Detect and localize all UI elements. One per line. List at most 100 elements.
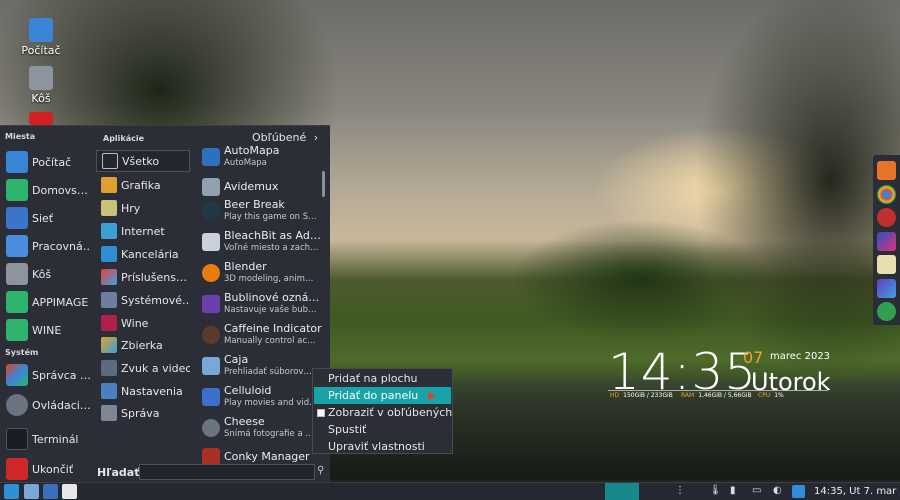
thermometer-icon[interactable]: 🌡 — [709, 485, 722, 496]
application-menu: Miesta Počítač Domovs… Sieť Pracovná… Kô… — [0, 125, 330, 483]
category-system-tools[interactable]: Systémové… — [96, 289, 190, 311]
category-graphics[interactable]: Grafika — [96, 174, 190, 196]
app-item-blender[interactable]: Blender 3D modeling, anim… — [202, 260, 322, 290]
ram-value: 1,46GiB / 5,66GiB — [698, 392, 752, 399]
category-settings[interactable]: Nastavenia — [96, 380, 190, 402]
place-item-home[interactable]: Domovs… — [0, 177, 90, 203]
settings-icon — [101, 383, 117, 399]
favorites-label: Obľúbené — [252, 131, 307, 144]
system-tools-icon — [101, 292, 117, 308]
context-menu: Pridať na plochu Pridať do panelu Zobraz… — [312, 368, 453, 454]
app-item-conky-manager[interactable]: Conky Manager — [202, 446, 322, 464]
network-icon — [6, 207, 28, 229]
ctx-launch[interactable]: Spustiť — [314, 421, 451, 438]
app-description: Play movies and vid… — [224, 398, 318, 408]
category-sound-video[interactable]: Zvuk a video — [96, 357, 190, 379]
app-item-caffeine[interactable]: Caffeine Indicator Manually control ac… — [202, 322, 322, 352]
system-item-label: Ukončiť — [32, 462, 74, 476]
category-collection[interactable]: Zbierka — [96, 334, 190, 356]
place-item-desktop[interactable]: Pracovná… — [0, 233, 90, 259]
app-launcher-icon[interactable] — [877, 208, 896, 227]
active-taskbar-item[interactable] — [605, 483, 639, 500]
app-name: Caffeine Indicator — [224, 322, 322, 335]
system-item-software-manager[interactable]: Správca … — [0, 362, 90, 388]
status-indicator-icon[interactable] — [877, 302, 896, 321]
menu-button-icon[interactable] — [4, 484, 19, 499]
checkbox-icon[interactable] — [317, 408, 325, 417]
search-input[interactable] — [139, 464, 315, 480]
system-item-label: Terminál — [32, 432, 79, 446]
place-item-network[interactable]: Sieť — [0, 205, 90, 231]
notion-launcher-icon[interactable] — [62, 484, 77, 499]
app-item-celluloid[interactable]: Celluloid Play movies and vid… — [202, 384, 322, 414]
place-item-computer[interactable]: Počítač — [0, 149, 90, 175]
firefox-icon[interactable] — [877, 161, 896, 180]
system-item-logout[interactable]: Ukončiť — [0, 456, 90, 482]
internet-icon — [101, 223, 117, 239]
graphics-icon — [101, 177, 117, 193]
wine-icon — [101, 315, 117, 331]
place-item-trash[interactable]: Kôš — [0, 261, 90, 287]
desktop-icon-computer[interactable]: Počítač — [16, 18, 66, 57]
software-manager-icon — [6, 364, 28, 386]
category-accessories[interactable]: Príslušens… — [96, 266, 190, 288]
network-signal-icon[interactable]: ▮ — [730, 485, 736, 496]
category-internet[interactable]: Internet — [96, 220, 190, 242]
apps-scrollbar[interactable] — [322, 171, 325, 197]
app-item-caja[interactable]: Caja Prehliadať súborov… — [202, 353, 322, 383]
system-item-control-center[interactable]: Ovládaci… — [0, 392, 90, 418]
category-label: Zbierka — [121, 338, 163, 352]
place-item-appimage[interactable]: APPIMAGE — [0, 289, 90, 315]
file-manager-icon[interactable] — [24, 484, 39, 499]
app-item-automapa[interactable]: AutoMapa AutoMapa — [202, 144, 322, 174]
system-item-terminal[interactable]: Terminál — [0, 426, 90, 452]
favorites-link[interactable]: Obľúbené › — [252, 131, 318, 144]
app-item-bleachbit[interactable]: BleachBit as Ad… Voľné miesto a zach… — [202, 229, 322, 259]
place-item-label: APPIMAGE — [32, 295, 89, 309]
ctx-add-to-desktop[interactable]: Pridať na plochu — [314, 370, 451, 387]
category-games[interactable]: Hry — [96, 197, 190, 219]
beer-break-icon — [202, 202, 220, 220]
app-description: Snímá fotografie a … — [224, 429, 314, 439]
category-wine[interactable]: Wine — [96, 312, 190, 334]
app-name: Beer Break — [224, 198, 285, 211]
app-description: Prehliadať súborov… — [224, 367, 312, 377]
settings-app-icon[interactable] — [877, 279, 896, 298]
place-item-wine[interactable]: WINE — [0, 317, 90, 343]
automapa-launcher-icon[interactable] — [43, 484, 58, 499]
accessories-icon — [101, 269, 117, 285]
place-item-label: Kôš — [32, 267, 52, 281]
volume-icon[interactable]: ◐ — [773, 485, 782, 496]
cpu-value: 1% — [774, 392, 784, 399]
desktop-icon-label: Počítač — [21, 44, 61, 57]
app-item-cheese[interactable]: Cheese Snímá fotografie a … — [202, 415, 322, 445]
app-name: Conky Manager — [224, 450, 310, 463]
bottom-panel: ⋮ 🌡 ▮ ▭ ◐ 14:35, Ut 7. mar — [0, 482, 900, 500]
chrome-icon[interactable] — [877, 185, 896, 204]
category-label: Kancelária — [121, 247, 179, 261]
ctx-add-to-panel[interactable]: Pridať do panelu — [314, 387, 451, 404]
desktop-icon-trash[interactable]: Kôš — [16, 66, 66, 105]
app-item-beer-break[interactable]: Beer Break Play this game on S… — [202, 198, 322, 228]
conky-manager-icon — [202, 448, 220, 464]
category-all[interactable]: Všetko — [96, 150, 190, 172]
image-viewer-icon[interactable] — [877, 232, 896, 251]
category-label: Všetko — [122, 154, 160, 168]
ram-label: RAM — [681, 392, 695, 399]
system-section-title: Systém — [5, 348, 39, 357]
battery-icon[interactable]: ▭ — [752, 485, 761, 496]
conky-ram-stat: RAM 1,46GiB / 5,66GiB — [681, 392, 752, 399]
ctx-show-in-favorites[interactable]: Zobraziť v obľúbených — [314, 404, 452, 421]
ctx-edit-properties[interactable]: Upraviť vlastnosti — [314, 438, 451, 455]
text-editor-icon[interactable] — [877, 255, 896, 274]
cheese-icon — [202, 419, 220, 437]
collection-icon — [101, 337, 117, 353]
search-icon[interactable]: ⚲ — [317, 465, 324, 476]
app-description: 3D modeling, anim… — [224, 274, 314, 284]
app-item-notifications[interactable]: Bublinové ozná… Nastavuje vaše bub… — [202, 291, 322, 321]
hd-label: HD — [610, 392, 620, 399]
window-switcher-icon[interactable] — [792, 485, 805, 498]
category-administration[interactable]: Správa — [96, 402, 190, 424]
panel-clock[interactable]: 14:35, Ut 7. mar — [814, 486, 896, 497]
category-office[interactable]: Kancelária — [96, 243, 190, 265]
